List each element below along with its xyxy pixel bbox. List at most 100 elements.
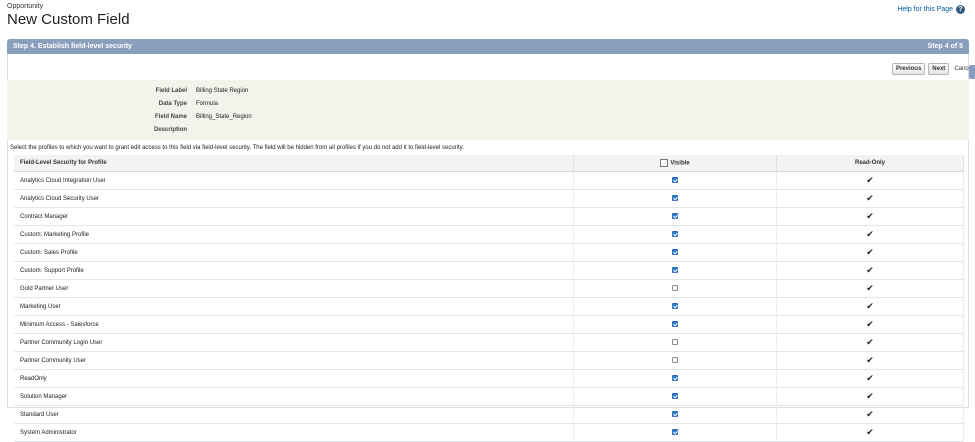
field-info-section: Field Label Billing State Region Data Ty…	[7, 80, 969, 140]
readonly-cell: ✔	[776, 189, 964, 208]
readonly-cell: ✔	[776, 279, 964, 298]
profile-name: System Administrator	[14, 423, 574, 442]
visible-checkbox[interactable]	[672, 249, 678, 256]
readonly-checkmark-icon: ✔	[866, 355, 874, 365]
readonly-cell: ✔	[776, 261, 964, 280]
readonly-checkmark-icon: ✔	[866, 301, 874, 311]
visible-checkbox[interactable]	[672, 429, 678, 436]
data-type-value: Formula	[196, 101, 219, 107]
field-label-label: Field Label	[155, 88, 187, 94]
instructions-text: Select the profiles to which you want to…	[10, 145, 464, 151]
visible-cell	[573, 387, 777, 406]
visible-checkbox[interactable]	[672, 321, 678, 328]
field-label-row: Field Label Billing State Region	[7, 88, 969, 101]
field-name-label: Field Name	[154, 114, 187, 120]
visible-checkbox[interactable]	[672, 177, 678, 184]
step-bar: Step 4. Establish field-level security S…	[7, 39, 969, 54]
table-row: Marketing User ✔	[14, 297, 964, 316]
description-label: Description	[153, 127, 187, 133]
visible-cell	[573, 423, 777, 442]
readonly-cell: ✔	[776, 171, 964, 190]
visible-cell	[573, 207, 777, 226]
description-row: Description	[7, 127, 969, 140]
data-type-row: Data Type Formula	[7, 101, 969, 114]
header-visible-label: Visible	[670, 160, 690, 167]
table-row: Solution Manager ✔	[14, 387, 964, 406]
visible-checkbox[interactable]	[672, 411, 678, 418]
visible-checkbox[interactable]	[672, 285, 678, 292]
profile-name: Analytics Cloud Security User	[14, 189, 574, 208]
readonly-checkmark-icon: ✔	[866, 319, 874, 329]
profile-name: Analytics Cloud Integration User	[14, 171, 574, 190]
profile-name: Partner Community Login User	[14, 333, 574, 352]
readonly-cell: ✔	[776, 315, 964, 334]
help-icon[interactable]: ?	[956, 5, 965, 14]
next-button[interactable]: Next	[928, 63, 950, 75]
table-row: Analytics Cloud Security User ✔	[14, 189, 964, 208]
readonly-cell: ✔	[776, 387, 964, 406]
visible-cell	[573, 369, 777, 388]
table-header-row: Field-Level Security for Profile Visible…	[14, 155, 964, 172]
readonly-cell: ✔	[776, 297, 964, 316]
visible-checkbox[interactable]	[672, 195, 678, 202]
page-title: New Custom Field	[7, 11, 130, 28]
visible-checkbox[interactable]	[672, 393, 678, 400]
table-row: Contract Manager ✔	[14, 207, 964, 226]
readonly-checkmark-icon: ✔	[866, 175, 874, 185]
profile-name: Contract Manager	[14, 207, 574, 226]
readonly-cell: ✔	[776, 405, 964, 424]
step-counter: Step 4 of 5	[927, 43, 963, 50]
field-name-value: Billing_State_Region	[196, 114, 252, 120]
step-title: Step 4. Establish field-level security	[13, 43, 133, 50]
visible-checkbox[interactable]	[672, 267, 678, 274]
profile-name: Standard User	[14, 405, 574, 424]
data-type-label: Data Type	[158, 101, 187, 107]
table-row: ReadOnly ✔	[14, 369, 964, 388]
profile-name: Custom: Support Profile	[14, 261, 574, 280]
readonly-cell: ✔	[776, 207, 964, 226]
profile-name: Gold Partner User	[14, 279, 574, 298]
table-row: Standard User ✔	[14, 405, 964, 424]
table-row: Partner Community User ✔	[14, 351, 964, 370]
readonly-cell: ✔	[776, 351, 964, 370]
visible-checkbox[interactable]	[672, 303, 678, 310]
visible-cell	[573, 351, 777, 370]
previous-button[interactable]: Previous	[891, 63, 926, 75]
readonly-checkmark-icon: ✔	[866, 283, 874, 293]
readonly-checkmark-icon: ✔	[866, 211, 874, 221]
table-row: System Administrator ✔	[14, 423, 964, 442]
page-header: Opportunity New Custom Field	[7, 3, 130, 29]
visible-checkbox[interactable]	[672, 375, 678, 382]
readonly-checkmark-icon: ✔	[866, 193, 874, 203]
readonly-cell: ✔	[776, 369, 964, 388]
readonly-checkmark-icon: ✔	[866, 265, 874, 275]
table-row: Gold Partner User ✔	[14, 279, 964, 298]
table-row: Custom: Marketing Profile ✔	[14, 225, 964, 244]
visible-cell	[573, 171, 777, 190]
visible-checkbox[interactable]	[672, 231, 678, 238]
visible-checkbox[interactable]	[672, 213, 678, 220]
readonly-checkmark-icon: ✔	[866, 373, 874, 383]
header-readonly: Read-Only	[776, 155, 964, 172]
profile-name: Solution Manager	[14, 387, 574, 406]
visible-cell	[573, 297, 777, 316]
profile-name: Custom: Sales Profile	[14, 243, 574, 262]
readonly-checkmark-icon: ✔	[866, 391, 874, 401]
table-row: Analytics Cloud Integration User ✔	[14, 171, 964, 190]
object-name: Opportunity	[7, 3, 44, 10]
help-link[interactable]: Help for this Page ?	[897, 5, 965, 14]
readonly-checkmark-icon: ✔	[866, 427, 874, 437]
help-link-label[interactable]: Help for this Page	[897, 6, 953, 13]
profile-name: Custom: Marketing Profile	[14, 225, 574, 244]
visible-checkbox[interactable]	[672, 357, 678, 364]
select-all-visible-checkbox[interactable]	[660, 159, 669, 167]
visible-checkbox[interactable]	[672, 339, 678, 346]
button-row: Previous Next Cancel	[891, 63, 973, 75]
side-panel-tab[interactable]	[969, 65, 975, 79]
readonly-cell: ✔	[776, 333, 964, 352]
readonly-checkmark-icon: ✔	[866, 229, 874, 239]
header-visible: Visible	[573, 155, 777, 172]
header-profile: Field-Level Security for Profile	[14, 155, 574, 172]
readonly-checkmark-icon: ✔	[866, 337, 874, 347]
readonly-cell: ✔	[776, 225, 964, 244]
